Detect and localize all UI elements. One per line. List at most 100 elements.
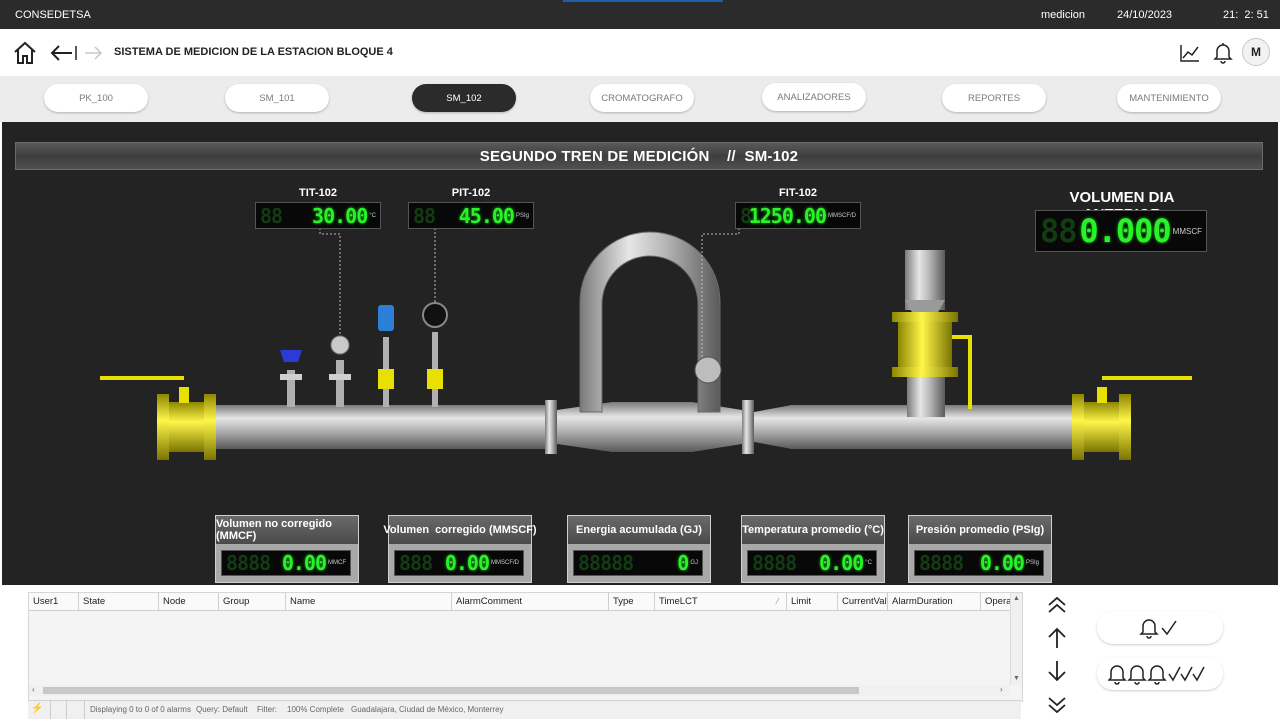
pit-valve-2	[427, 369, 443, 389]
meter-transmitter	[694, 356, 722, 384]
ack-alarm-button[interactable]	[1097, 611, 1223, 644]
pit-value: 45.00	[458, 203, 515, 228]
branch-valve-flange-bottom	[892, 367, 958, 377]
coriolis-u-tube	[579, 231, 721, 413]
status-divider	[84, 701, 85, 719]
home-icon[interactable]	[10, 38, 40, 68]
tab-mantenimiento[interactable]: MANTENIMIENTO	[1117, 84, 1221, 112]
horizontal-scroll-thumb[interactable]	[43, 687, 859, 694]
tab-pk-100[interactable]: PK_100	[44, 84, 148, 112]
col-group[interactable]: Group	[219, 593, 286, 610]
inlet-valve-stem	[179, 387, 189, 403]
scroll-left-arrow-icon[interactable]: ‹	[32, 685, 35, 694]
vertical-branch-pipe	[907, 377, 945, 417]
alarm-table[interactable]: User1 State Node Group Name AlarmComment…	[28, 592, 1023, 702]
scroll-top-icon[interactable]	[1043, 593, 1071, 617]
current-date: 24/10/2023	[1117, 9, 1173, 21]
summary-unit: MMCF	[328, 560, 346, 566]
summary-display: 88888 0 GJ	[573, 550, 703, 576]
pit-tag-label: PIT-102	[451, 187, 491, 199]
summary-ghost: 888	[399, 551, 433, 575]
status-divider	[66, 701, 67, 719]
title-bar: CONSEDETSA medicion 24/10/2023 21: 2: 51	[0, 0, 1280, 29]
header: SISTEMA DE MEDICION DE LA ESTACION BLOQU…	[0, 29, 1280, 76]
pressure-transmitter-blue	[378, 305, 394, 331]
volumen-dia-anterior-ghost: 88	[1040, 212, 1078, 250]
summary-volumen-no-corregido: Volumen no corregido (MMCF) 8888 0.00 MM…	[215, 515, 359, 583]
col-timelct[interactable]: TimeLCT	[655, 593, 787, 610]
col-type[interactable]: Type	[609, 593, 655, 610]
summary-title: Energia acumulada (GJ)	[568, 516, 710, 544]
summary-display: 8888 0.00 °C	[747, 550, 877, 576]
outlet-expander	[754, 405, 792, 449]
scroll-bottom-icon[interactable]	[1043, 693, 1071, 717]
scroll-up-arrow-icon[interactable]: ▲	[1013, 595, 1020, 602]
volumen-dia-anterior-display: 88 0.000 MMSCF	[1035, 210, 1207, 252]
app-name: CONSEDETSA	[15, 9, 91, 21]
summary-display: 8888 0.00 MMCF	[221, 550, 351, 576]
tab-analizadores[interactable]: ANALIZADORES	[762, 83, 866, 111]
summary-unit: MMSCF/D	[491, 560, 519, 566]
inlet-valve-body	[169, 402, 204, 452]
flange-right	[742, 400, 754, 454]
tit-display: 88 30.00 °C	[255, 202, 381, 229]
location-text: Guadalajara, Ciudad de México, Monterrey	[351, 705, 504, 714]
tab-sm-102[interactable]: SM_102	[412, 84, 516, 112]
vertical-scrollbar[interactable]: ▲ ▼	[1010, 593, 1022, 685]
pit-display: 88 45.00 PSIg	[408, 202, 534, 229]
fit-tag-label: FIT-102	[779, 187, 817, 199]
outlet-valve-flange-right	[1119, 394, 1131, 460]
pressure-gauge	[422, 302, 448, 328]
pit-valve-1	[378, 369, 394, 389]
scroll-down-icon[interactable]	[1043, 659, 1071, 683]
col-opera[interactable]: Opera	[981, 593, 1011, 610]
volumen-dia-anterior-unit: MMSCF	[1172, 226, 1202, 236]
avatar[interactable]: M	[1242, 38, 1270, 66]
col-limit[interactable]: Limit	[787, 593, 838, 610]
col-alarmduration[interactable]: AlarmDuration	[888, 593, 981, 610]
tab-reportes[interactable]: REPORTES	[942, 84, 1046, 112]
branch-valve-flange-top	[892, 312, 958, 322]
query-text: Query: Default	[196, 705, 248, 714]
status-divider	[50, 701, 51, 719]
trend-chart-icon[interactable]	[1177, 40, 1203, 66]
tab-cromatografo[interactable]: CROMATOGRAFO	[590, 84, 694, 112]
col-currentval[interactable]: CurrentVal	[838, 593, 888, 610]
connection-icon: ⚡	[31, 703, 44, 714]
summary-temperatura-promedio: Temperatura promedio (°C) 8888 0.00 °C	[741, 515, 885, 583]
page-title: SISTEMA DE MEDICION DE LA ESTACION BLOQU…	[114, 46, 393, 58]
col-node[interactable]: Node	[159, 593, 219, 610]
tab-indicator	[563, 0, 723, 2]
temp-gauge	[330, 335, 350, 355]
tab-sm-101[interactable]: SM_101	[225, 84, 329, 112]
tw-stand-2	[336, 360, 344, 407]
ack-all-alarms-icon	[1108, 664, 1205, 685]
branch-valve-body	[898, 322, 952, 367]
tit-leader	[319, 228, 341, 336]
ack-all-alarms-button[interactable]	[1097, 657, 1223, 690]
scroll-up-icon[interactable]	[1043, 626, 1071, 650]
col-state[interactable]: State	[79, 593, 159, 610]
scroll-down-arrow-icon[interactable]: ▼	[1013, 675, 1020, 682]
horizontal-scrollbar[interactable]: ‹ ›	[29, 685, 1010, 696]
sort-indicator-icon: ⁄	[777, 597, 779, 606]
scroll-right-arrow-icon[interactable]: ›	[1000, 685, 1003, 694]
fit-value: 1250.00	[748, 203, 827, 228]
back-arrow-icon[interactable]	[48, 40, 78, 66]
pit-unit: PSIg	[515, 212, 529, 219]
summary-display: 888 0.00 MMSCF/D	[394, 550, 524, 576]
summary-volumen-corregido: Volumen corregido (MMSCF) 888 0.00 MMSCF…	[383, 515, 537, 583]
summary-title: Volumen corregido (MMSCF)	[383, 516, 537, 544]
col-alarmcomment[interactable]: AlarmComment	[452, 593, 609, 610]
forward-arrow-icon[interactable]	[82, 40, 106, 66]
tit-display-ghost: 88	[260, 203, 283, 228]
col-name[interactable]: Name	[286, 593, 452, 610]
summary-value: 0.00	[281, 551, 327, 575]
current-user: medicion	[1041, 9, 1086, 21]
bell-icon[interactable]	[1210, 40, 1236, 66]
alarm-count-text: Displaying 0 to 0 of 0 alarms	[90, 705, 191, 714]
col-user1[interactable]: User1	[29, 593, 79, 610]
summary-value: 0.00	[979, 551, 1025, 575]
fit-display: 8 1250.00 MMSCF/D	[735, 202, 861, 229]
alarm-table-header: User1 State Node Group Name AlarmComment…	[29, 593, 1022, 611]
